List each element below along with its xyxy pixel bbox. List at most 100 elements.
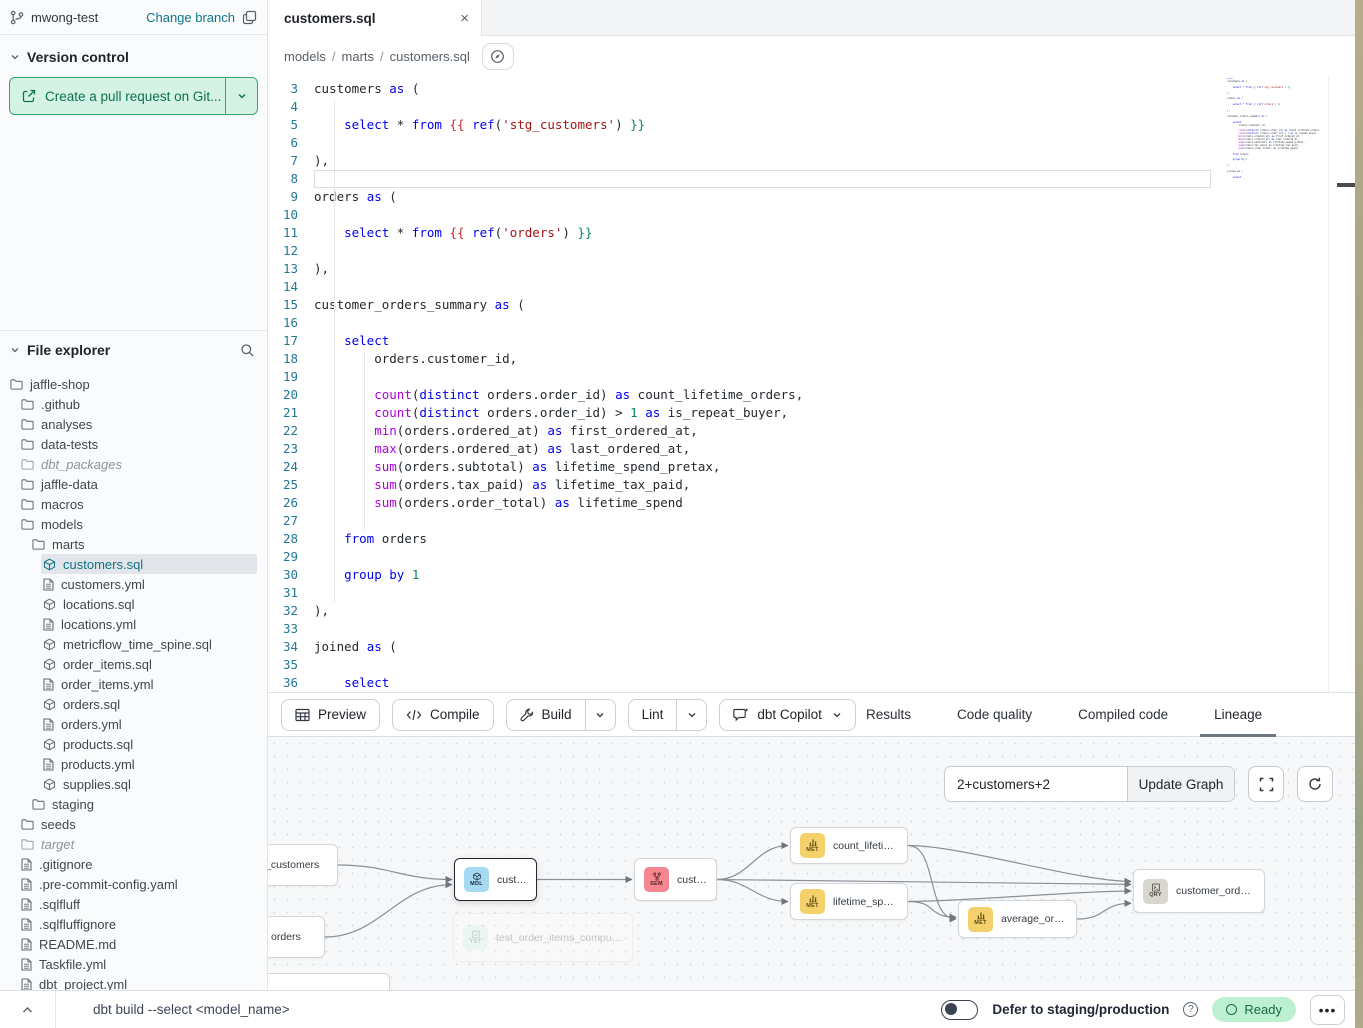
lint-button[interactable]: Lint xyxy=(628,699,708,731)
tree-item-data-tests[interactable]: data-tests xyxy=(0,434,267,454)
code-line-26[interactable]: 26 sum(orders.order_total) as lifetime_s… xyxy=(268,494,1355,512)
version-control-header[interactable]: Version control xyxy=(0,35,267,75)
tree-item-models[interactable]: models xyxy=(0,514,267,534)
tree-item-customers.sql[interactable]: customers.sql xyxy=(0,554,267,574)
code-line-28[interactable]: 28 from orders xyxy=(268,530,1355,548)
tree-item-customers.yml[interactable]: customers.yml xyxy=(0,574,267,594)
code-line-23[interactable]: 23 max(orders.ordered_at) as last_ordere… xyxy=(268,440,1355,458)
code-line-29[interactable]: 29 xyxy=(268,548,1355,566)
chevron-down-icon[interactable] xyxy=(585,700,615,730)
refresh-icon[interactable] xyxy=(1297,766,1333,802)
tree-item-Taskfile.yml[interactable]: Taskfile.yml xyxy=(0,954,267,974)
code-line-24[interactable]: 24 sum(orders.subtotal) as lifetime_spen… xyxy=(268,458,1355,476)
tree-item-orders.yml[interactable]: orders.yml xyxy=(0,714,267,734)
minimap[interactable]: withcustomers as ( select * from {{ ref(… xyxy=(1227,78,1319,200)
code-line-5[interactable]: 5 select * from {{ ref('stg_customers') … xyxy=(268,116,1355,134)
update-graph-button[interactable]: Update Graph xyxy=(1127,767,1234,801)
overflow-menu-button[interactable]: ••• xyxy=(1310,995,1345,1025)
scrollbar-thumb[interactable] xyxy=(1337,183,1355,187)
code-line-36[interactable]: 36 select xyxy=(268,674,1355,692)
code-line-7[interactable]: 7), xyxy=(268,152,1355,170)
code-line-34[interactable]: 34joined as ( xyxy=(268,638,1355,656)
code-line-10[interactable]: 10 xyxy=(268,206,1355,224)
tree-item-locations.yml[interactable]: locations.yml xyxy=(0,614,267,634)
compile-button[interactable]: Compile xyxy=(392,699,494,731)
dbt-copilot-button[interactable]: dbt Copilot xyxy=(719,699,856,731)
tree-item-dbt_packages[interactable]: dbt_packages xyxy=(0,454,267,474)
code-line-12[interactable]: 12 xyxy=(268,242,1355,260)
chevron-down-icon[interactable] xyxy=(10,345,20,355)
build-button[interactable]: Build xyxy=(506,699,616,731)
command-input[interactable]: dbt build --select <model_name> xyxy=(93,1002,941,1017)
code-line-11[interactable]: 11 select * from {{ ref('orders') }} xyxy=(268,224,1355,242)
breadcrumb-models[interactable]: models xyxy=(284,49,326,64)
tree-item-seeds[interactable]: seeds xyxy=(0,814,267,834)
code-line-18[interactable]: 18 orders.customer_id, xyxy=(268,350,1355,368)
help-icon[interactable]: ? xyxy=(1183,1002,1198,1017)
tree-item-marts[interactable]: marts xyxy=(0,534,267,554)
tree-item-macros[interactable]: macros xyxy=(0,494,267,514)
code-line-17[interactable]: 17 select xyxy=(268,332,1355,350)
code-line-6[interactable]: 6 xyxy=(268,134,1355,152)
tree-item-order_items.sql[interactable]: order_items.sql xyxy=(0,654,267,674)
code-editor[interactable]: 2with3customers as (45 select * from {{ … xyxy=(268,76,1355,692)
chevron-up-icon[interactable] xyxy=(0,1006,55,1014)
tree-item-.pre-commit-config.yaml[interactable]: .pre-commit-config.yaml xyxy=(0,874,267,894)
fullscreen-icon[interactable] xyxy=(1248,766,1284,802)
lineage-selector-input[interactable] xyxy=(945,767,1127,801)
code-line-31[interactable]: 31 xyxy=(268,584,1355,602)
code-line-3[interactable]: 3customers as ( xyxy=(268,80,1355,98)
code-line-25[interactable]: 25 sum(orders.tax_paid) as lifetime_tax_… xyxy=(268,476,1355,494)
lineage-panel[interactable]: Update Graph MDLstg_customersMDLordersMD… xyxy=(268,737,1355,990)
tree-item-README.md[interactable]: README.md xyxy=(0,934,267,954)
code-line-32[interactable]: 32), xyxy=(268,602,1355,620)
tree-item-target[interactable]: target xyxy=(0,834,267,854)
tree-item-jaffle-shop[interactable]: jaffle-shop xyxy=(0,374,267,394)
tab-compiled-code[interactable]: Compiled code xyxy=(1064,693,1182,736)
tree-item-jaffle-data[interactable]: jaffle-data xyxy=(0,474,267,494)
code-line-13[interactable]: 13), xyxy=(268,260,1355,278)
pr-dropdown-caret[interactable] xyxy=(225,78,257,114)
lineage-node-customers_model[interactable]: MDLcustomers xyxy=(454,858,537,901)
tree-item-staging[interactable]: staging xyxy=(0,794,267,814)
change-branch-link[interactable]: Change branch xyxy=(146,10,235,25)
tree-item-dbt_project.yml[interactable]: dbt_project.yml xyxy=(0,974,267,990)
tree-item-.sqlfluff[interactable]: .sqlfluff xyxy=(0,894,267,914)
lineage-node-stg_customers[interactable]: MDLstg_customers xyxy=(268,844,338,886)
lineage-node-partial_node[interactable] xyxy=(268,973,390,990)
tree-item-.sqlfluffignore[interactable]: .sqlfluffignore xyxy=(0,914,267,934)
chevron-down-icon[interactable] xyxy=(676,700,706,730)
code-line-15[interactable]: 15customer_orders_summary as ( xyxy=(268,296,1355,314)
lineage-node-count_lifetime_orders[interactable]: METcount_lifetime_orders xyxy=(790,827,908,864)
tree-item-analyses[interactable]: analyses xyxy=(0,414,267,434)
tree-item-products.yml[interactable]: products.yml xyxy=(0,754,267,774)
tree-item-orders.sql[interactable]: orders.sql xyxy=(0,694,267,714)
preview-button[interactable]: Preview xyxy=(281,699,380,731)
code-line-16[interactable]: 16 xyxy=(268,314,1355,332)
tree-item-order_items.yml[interactable]: order_items.yml xyxy=(0,674,267,694)
code-line-33[interactable]: 33 xyxy=(268,620,1355,638)
code-line-8[interactable]: 8 xyxy=(268,170,1355,188)
code-line-30[interactable]: 30 group by 1 xyxy=(268,566,1355,584)
code-line-21[interactable]: 21 count(distinct orders.order_id) > 1 a… xyxy=(268,404,1355,422)
tree-item-.gitignore[interactable]: .gitignore xyxy=(0,854,267,874)
tab-lineage[interactable]: Lineage xyxy=(1200,693,1276,736)
tree-item-supplies.sql[interactable]: supplies.sql xyxy=(0,774,267,794)
tab-results[interactable]: Results xyxy=(852,693,925,736)
code-line-20[interactable]: 20 count(distinct orders.order_id) as co… xyxy=(268,386,1355,404)
copy-icon[interactable] xyxy=(242,10,257,25)
lineage-node-customers_semantic[interactable]: SEMcustomers xyxy=(634,858,717,901)
code-line-4[interactable]: 4 xyxy=(268,98,1355,116)
lineage-node-customer_order_metrics[interactable]: QRYcustomer_order_metrics xyxy=(1133,869,1265,913)
lineage-node-average_order_value[interactable]: METaverage_order_value xyxy=(958,900,1077,938)
create-pr-button[interactable]: Create a pull request on Git... xyxy=(9,77,258,115)
lineage-node-lifetime_spend_pretax[interactable]: METlifetime_spend_pretax xyxy=(790,883,908,920)
code-line-22[interactable]: 22 min(orders.ordered_at) as first_order… xyxy=(268,422,1355,440)
search-icon[interactable] xyxy=(240,343,255,358)
code-line-35[interactable]: 35 xyxy=(268,656,1355,674)
defer-toggle[interactable] xyxy=(941,1000,978,1020)
lineage-node-test_order_items[interactable]: TSTtest_order_items_compute_to_bools... xyxy=(453,913,633,962)
tree-item-locations.sql[interactable]: locations.sql xyxy=(0,594,267,614)
close-icon[interactable]: × xyxy=(460,11,469,26)
breadcrumb-marts[interactable]: marts xyxy=(342,49,375,64)
